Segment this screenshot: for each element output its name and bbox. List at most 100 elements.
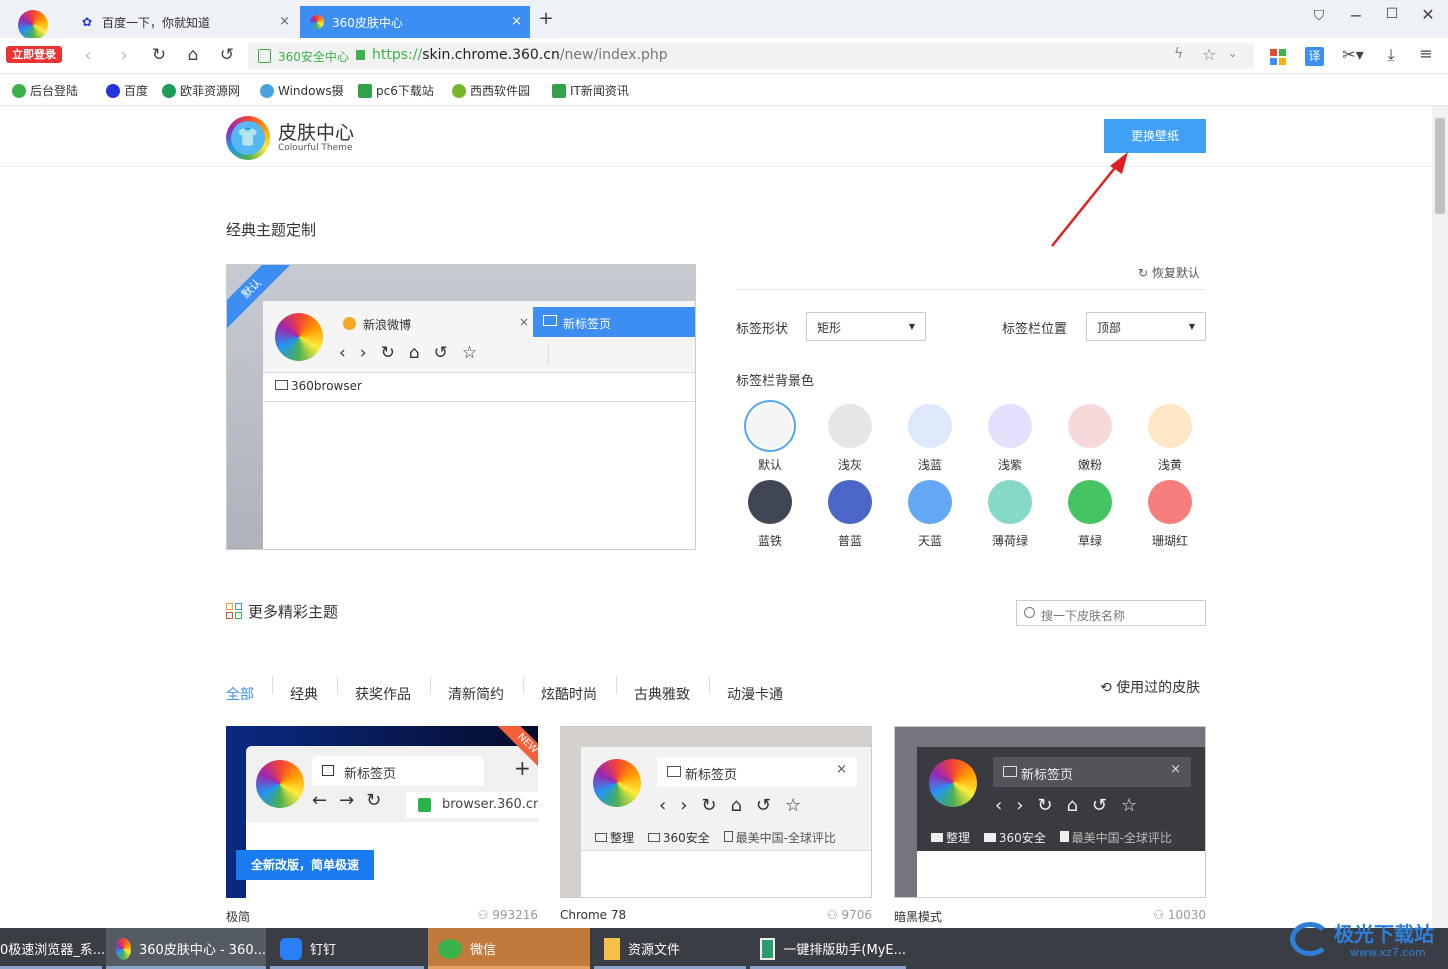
skin-search-input[interactable]: 搜一下皮肤名称: [1016, 600, 1206, 626]
close-tab-icon[interactable]: ×: [511, 14, 522, 29]
maximize-icon[interactable]: ☐: [1382, 6, 1402, 22]
card-tab-label: 新标签页: [685, 768, 738, 783]
preview-tab-label: 新标签页: [563, 317, 612, 331]
taskbar-label: 钉钉: [310, 943, 337, 958]
bookmark-label: IT新闻资讯: [570, 84, 629, 98]
restore-label: 恢复默认: [1151, 266, 1200, 280]
close-tab-icon[interactable]: ×: [279, 14, 290, 29]
bookmark-label: 360安全: [998, 831, 1046, 845]
tshirt-logo-icon: 👕: [226, 116, 270, 160]
card-nav-icons: ‹›↻⌂↺☆: [995, 795, 1152, 816]
bookmark-label: Windows摄: [278, 84, 344, 98]
used-skins-link[interactable]: ⟲ 使用过的皮肤: [1100, 677, 1200, 697]
download-icon[interactable]: ⤓: [1381, 45, 1401, 65]
color-swatch[interactable]: 浅黄: [1140, 404, 1200, 474]
category-elegant[interactable]: 古典雅致: [634, 684, 690, 704]
browser-logo: [256, 760, 304, 808]
vertical-scrollbar[interactable]: [1432, 106, 1448, 928]
tab-position-label: 标签栏位置: [1002, 322, 1068, 337]
bookmark-label: 整理: [610, 831, 635, 845]
theme-card-dark[interactable]: 新标签页 × ‹›↻⌂↺☆ 整理 360安全 最美中国-全球评比: [894, 726, 1206, 898]
restore-default-button[interactable]: ↻ 恢复默认: [1138, 264, 1200, 281]
bookmark-item[interactable]: IT新闻资讯: [552, 82, 629, 99]
card-name: 暗黑模式: [894, 910, 943, 924]
color-swatch[interactable]: 蓝铁: [740, 480, 800, 550]
category-classic[interactable]: 经典: [290, 684, 318, 704]
card-name: Chrome 78: [560, 908, 627, 922]
bookmark-favicon-icon: [358, 83, 372, 98]
minimize-icon[interactable]: −: [1346, 6, 1366, 25]
swatch-circle: [988, 404, 1032, 448]
tab-skin-center[interactable]: 360皮肤中心 ×: [300, 6, 530, 38]
bookmark-item[interactable]: 后台登陆: [12, 82, 78, 99]
color-swatch[interactable]: 浅蓝: [900, 404, 960, 474]
color-swatch[interactable]: 默认: [740, 404, 800, 474]
login-badge[interactable]: 立即登录: [6, 46, 62, 63]
color-swatch[interactable]: 薄荷绿: [980, 480, 1040, 550]
menu-icon[interactable]: ≡: [1416, 44, 1436, 63]
close-window-icon[interactable]: ✕: [1418, 5, 1438, 24]
card-tab: 新标签页: [312, 756, 484, 786]
bookmark-item[interactable]: pc6下载站: [358, 82, 434, 99]
dropdown-arrow-icon: ▼: [1188, 322, 1195, 331]
scissors-icon[interactable]: ✂▾: [1340, 45, 1366, 64]
page-icon: [1059, 831, 1069, 842]
reload-icon[interactable]: ↻: [148, 45, 170, 65]
address-bar[interactable]: 360安全中心 https://skin.chrome.360.cn/new/i…: [248, 43, 1254, 69]
bookmark-label: 整理: [946, 831, 971, 845]
speed-icon[interactable]: ϟ: [1174, 46, 1183, 62]
category-fresh[interactable]: 清新简约: [448, 684, 504, 704]
bookmark-item[interactable]: 欧菲资源网: [162, 82, 240, 99]
card-bookmarks: 整理 360安全 最美中国-全球评比: [931, 829, 1172, 846]
category-cool[interactable]: 炫酷时尚: [541, 684, 597, 704]
tab-position-select[interactable]: 顶部 ▼: [1086, 312, 1206, 341]
card-address-text: browser.360.cn: [442, 797, 538, 812]
tab-label: 百度一下，你就知道: [102, 15, 211, 30]
bookmark-favicon-icon: [552, 83, 566, 98]
bookmark-item[interactable]: 百度: [106, 82, 148, 99]
url-scheme: https://: [372, 47, 423, 63]
apps-grid-icon[interactable]: [1270, 49, 1286, 65]
color-swatch[interactable]: 普蓝: [820, 480, 880, 550]
preview-window: 新浪微博 × 新标签页 ‹›↻⌂↺☆ 360browser: [263, 301, 695, 549]
color-swatch[interactable]: 浅灰: [820, 404, 880, 474]
category-award[interactable]: 获奖作品: [355, 684, 411, 704]
color-swatch[interactable]: 天蓝: [900, 480, 960, 550]
swatch-label: 浅灰: [837, 458, 862, 472]
back-icon[interactable]: ‹: [78, 45, 98, 66]
tab-shape-select[interactable]: 矩形 ▼: [806, 312, 926, 341]
color-swatch[interactable]: 浅紫: [980, 404, 1040, 474]
color-swatch[interactable]: 珊瑚红: [1140, 480, 1200, 550]
bookmark-label: 最美中国-全球评比: [735, 831, 836, 845]
scrollbar-thumb[interactable]: [1435, 118, 1445, 214]
folder-label: 360browser: [291, 379, 362, 393]
new-tab-icon[interactable]: +: [536, 8, 556, 29]
forward-icon[interactable]: ›: [114, 45, 134, 66]
security-label: 360安全中心: [278, 50, 349, 64]
site-title: 皮肤中心: [278, 122, 355, 144]
taskbar-item[interactable]: 0极速浏览器_系...: [0, 928, 105, 969]
taskbar-item[interactable]: 360皮肤中心 - 360...: [106, 928, 266, 969]
bookmark-item[interactable]: 西西软件园: [452, 82, 530, 99]
taskbar-item[interactable]: 钉钉: [270, 928, 424, 969]
folder-icon: [983, 833, 996, 842]
taskbar-item[interactable]: 资源文件: [594, 928, 746, 969]
theme-card-minimal[interactable]: 新标签页 + ←→↻ browser.360.cn 全新改版，简单极速 NEW: [226, 726, 538, 898]
bookmark-item[interactable]: Windows摄: [260, 82, 344, 99]
swatch-circle: [748, 404, 792, 448]
undo-close-icon[interactable]: ↺: [216, 45, 238, 65]
taskbar-item[interactable]: 微信: [428, 928, 590, 969]
card-tab: 新标签页 ×: [657, 757, 857, 787]
translate-icon[interactable]: 译: [1305, 47, 1324, 66]
color-swatch[interactable]: 嫩粉: [1060, 404, 1120, 474]
tab-baidu[interactable]: ✿ 百度一下，你就知道 ×: [76, 6, 298, 38]
favorite-star-icon[interactable]: ☆: [1202, 45, 1216, 64]
theme-card-chrome78[interactable]: 新标签页 × ‹›↻⌂↺☆ 整理 360安全 最美中国-全球评比: [560, 726, 872, 898]
home-icon[interactable]: ⌂: [182, 45, 204, 65]
category-all[interactable]: 全部: [226, 684, 254, 704]
category-anime[interactable]: 动漫卡通: [727, 684, 783, 704]
chevron-down-icon[interactable]: ⌄: [1228, 47, 1237, 60]
color-swatch[interactable]: 草绿: [1060, 480, 1120, 550]
skin-icon[interactable]: ⛉: [1309, 8, 1329, 24]
taskbar-item[interactable]: 一键排版助手(MyE...: [750, 928, 906, 969]
